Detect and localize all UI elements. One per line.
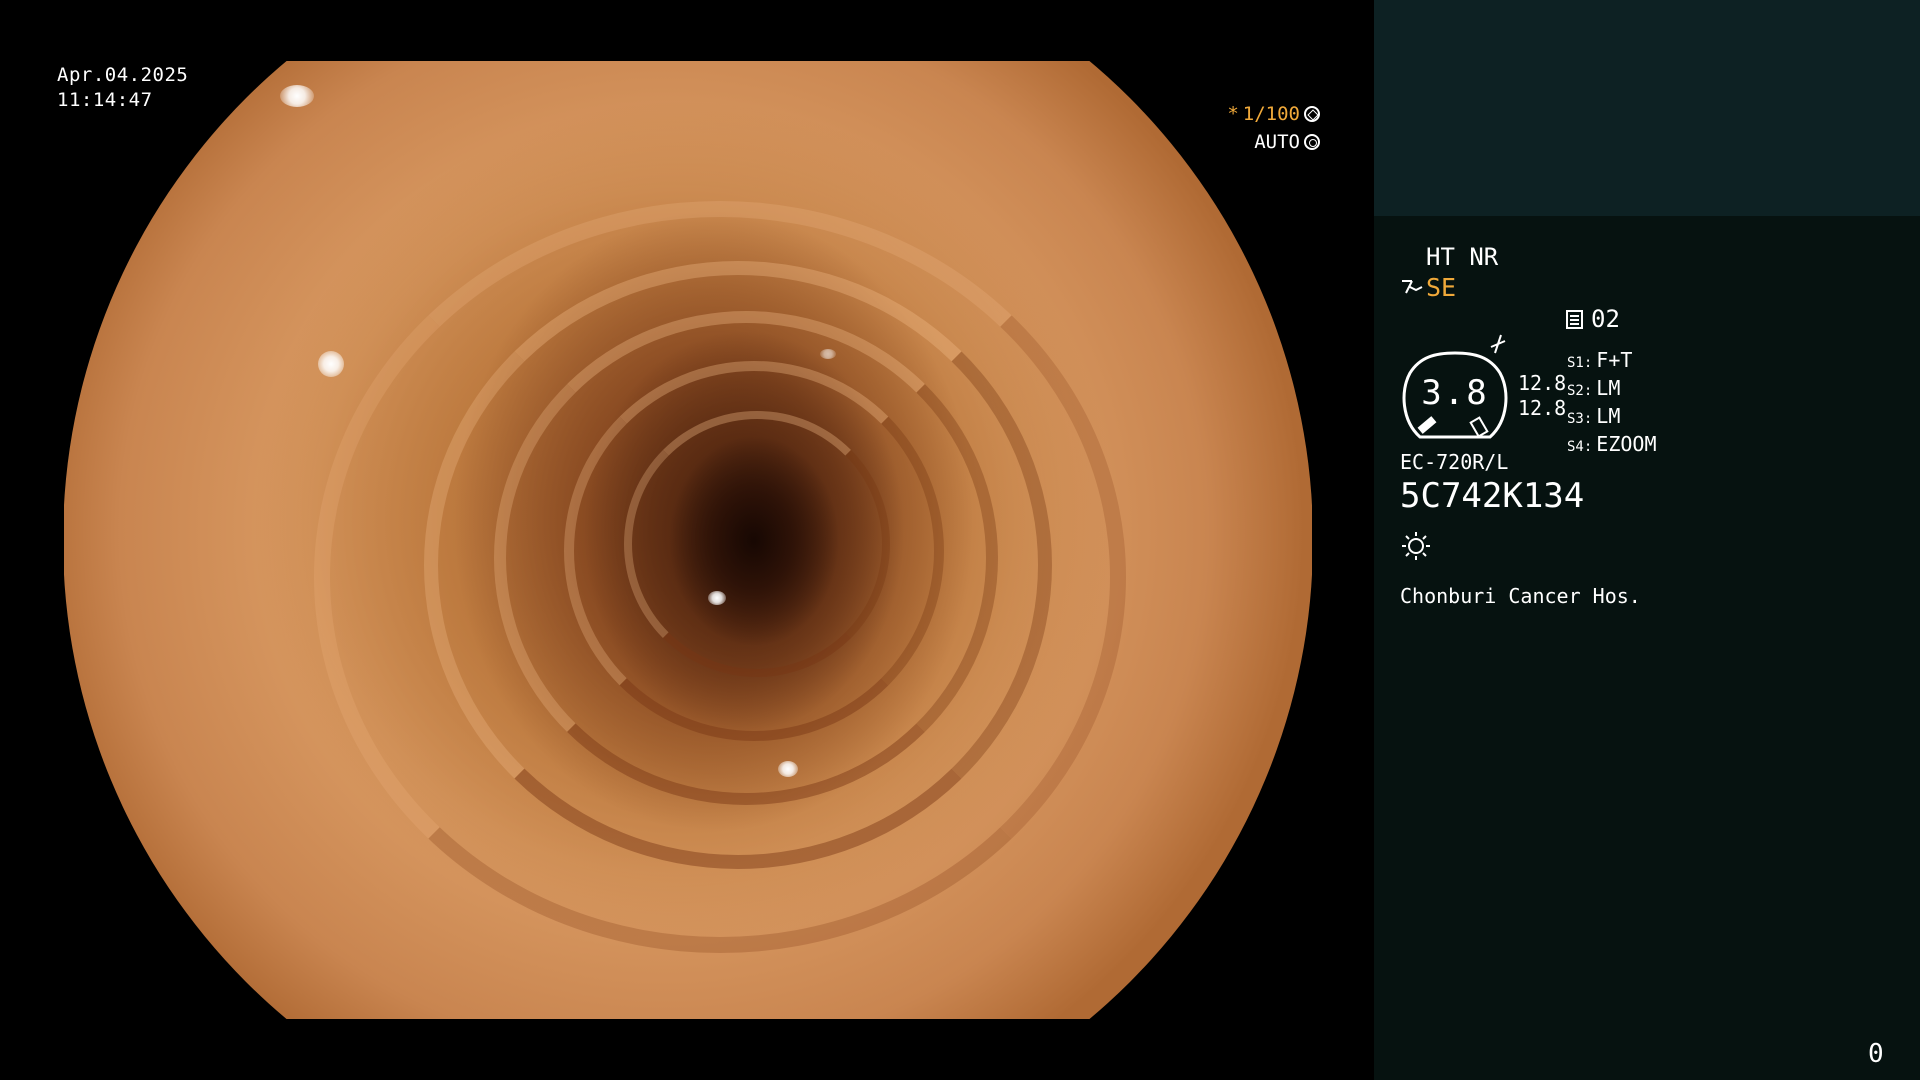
- switch-value: EZOOM: [1596, 432, 1657, 456]
- gauge-reading: 12.8: [1518, 396, 1567, 420]
- structure-enhance-label: SE: [1426, 273, 1457, 302]
- scope-model: EC-720R/L: [1400, 450, 1509, 474]
- switch-key: S2:: [1567, 383, 1593, 399]
- shutter-prefix: *: [1227, 103, 1239, 125]
- gauge-reading: 12.8: [1518, 371, 1567, 395]
- mucosal-fold: [424, 261, 1052, 869]
- gauge-value: 3.8: [1421, 373, 1489, 413]
- switch-key: S1:: [1567, 355, 1593, 371]
- light-reflection: [778, 761, 798, 777]
- iris-icon: [1304, 134, 1320, 150]
- memo-icon: [1566, 309, 1583, 329]
- switch-row: S4: EZOOM: [1567, 432, 1657, 460]
- gauge-readings: 12.8 12.8: [1518, 371, 1566, 421]
- switch-key: S4:: [1567, 439, 1593, 455]
- memo-row: 02: [1566, 305, 1620, 333]
- light-reflection: [280, 85, 314, 107]
- structure-enhance-row: SE: [1400, 274, 1456, 302]
- mucosal-fold: [314, 201, 1126, 953]
- structure-enhance-icon: [1402, 280, 1423, 294]
- frame-counter: 0: [1868, 1039, 1884, 1069]
- image-modes: HT NR: [1426, 243, 1499, 271]
- datetime-overlay: Apr.04.2025 11:14:47: [57, 63, 188, 113]
- date-label: Apr.04.2025: [57, 64, 189, 86]
- switch-row: S3: LM: [1567, 404, 1657, 432]
- scope-serial: 5C742K134: [1400, 476, 1585, 516]
- info-panel: HT NR SE 02 3.8 12.8 12.8 S1: F+T S2: LM…: [1374, 0, 1920, 1080]
- switch-key: S3:: [1567, 411, 1593, 427]
- switch-row: S2: LM: [1567, 376, 1657, 404]
- switch-assignments: S1: F+T S2: LM S3: LM S4: EZOOM: [1567, 348, 1657, 460]
- switch-row: S1: F+T: [1567, 348, 1657, 376]
- shutter-speed: 1/100: [1242, 103, 1300, 125]
- switch-value: F+T: [1596, 348, 1633, 372]
- shutter-icon: [1304, 106, 1320, 122]
- hospital-name: Chonburi Cancer Hos.: [1400, 584, 1641, 608]
- endoscopy-screen: Apr.04.2025 11:14:47 * 1/100 AUTO HT NR S…: [0, 0, 1920, 1080]
- light-icon: [1402, 532, 1430, 560]
- iris-mode: AUTO: [1254, 131, 1300, 153]
- light-reflection: [820, 349, 836, 359]
- memo-number: 02: [1591, 305, 1620, 333]
- patient-info-area: [1374, 0, 1920, 216]
- endoscopic-image: [64, 61, 1312, 1019]
- time-label: 11:14:47: [57, 89, 153, 111]
- switch-value: LM: [1596, 376, 1621, 400]
- light-reflection: [318, 351, 344, 377]
- light-reflection: [708, 591, 726, 605]
- scope-gauge: 3.8: [1400, 351, 1510, 441]
- endoscope-video-view: Apr.04.2025 11:14:47 * 1/100 AUTO: [0, 0, 1374, 1080]
- mucosal-fold: [624, 411, 890, 677]
- mucosal-fold: [564, 361, 944, 741]
- mucosal-fold: [494, 311, 998, 805]
- exposure-overlay: * 1/100 AUTO: [1227, 100, 1320, 156]
- switch-value: LM: [1596, 404, 1621, 428]
